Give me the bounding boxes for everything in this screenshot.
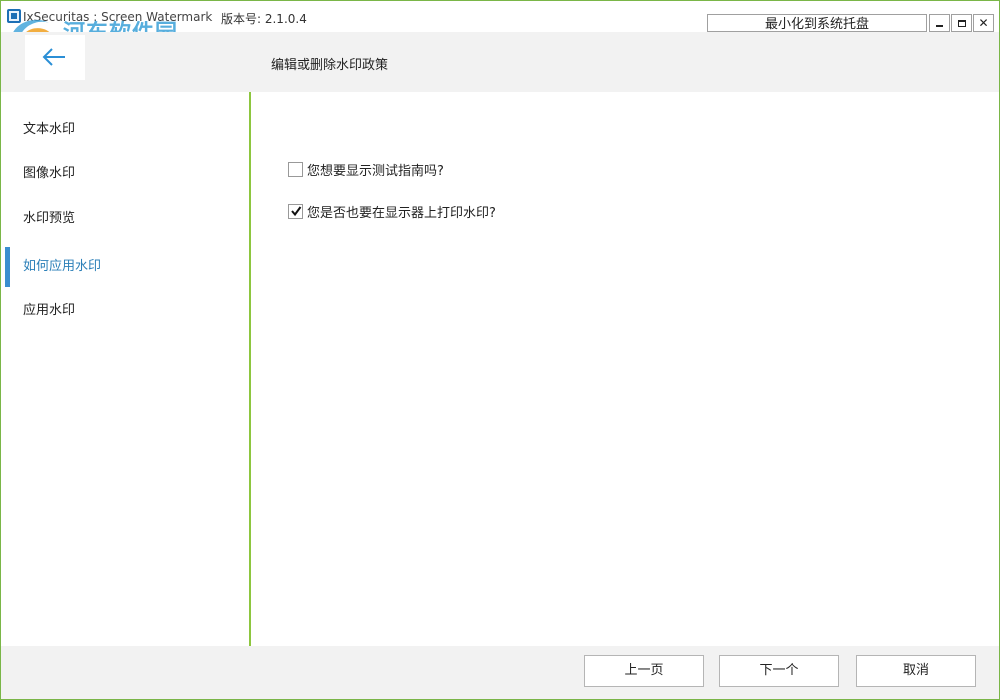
sidebar-item-label: 图像水印 xyxy=(23,166,76,181)
sidebar-nav: 文本水印 图像水印 水印预览 如何应用水印 应用水印 xyxy=(1,92,249,646)
back-arrow-icon[interactable] xyxy=(41,46,67,68)
app-window: IxSecuritas : Screen Watermark 版本号: 2.1.… xyxy=(0,0,1000,700)
window-title: IxSecuritas : Screen Watermark xyxy=(23,10,213,24)
minimize-button[interactable] xyxy=(929,14,950,32)
option-label: 您是否也要在显示器上打印水印? xyxy=(307,205,496,221)
minimize-icon xyxy=(936,25,943,27)
print-on-monitor-checkbox[interactable] xyxy=(288,203,303,219)
sidebar-item-image-watermark[interactable]: 图像水印 xyxy=(1,154,249,194)
previous-button[interactable]: 上一页 xyxy=(584,655,704,687)
version-label: 版本号: 2.1.0.4 xyxy=(221,12,307,26)
page-title: 编辑或删除水印政策 xyxy=(271,58,389,73)
sidebar-item-label: 应用水印 xyxy=(23,303,76,318)
close-button[interactable]: ✕ xyxy=(973,14,994,32)
title-bar: IxSecuritas : Screen Watermark 版本号: 2.1.… xyxy=(1,1,999,63)
app-icon xyxy=(7,9,21,23)
sidebar-item-label: 水印预览 xyxy=(23,211,76,226)
page-header: 编辑或删除水印政策 xyxy=(1,32,999,92)
maximize-icon xyxy=(957,19,966,27)
option-print-on-monitor[interactable]: 您是否也要在显示器上打印水印? xyxy=(288,202,496,221)
checkmark-icon xyxy=(290,206,301,217)
active-indicator xyxy=(5,247,10,287)
footer-bar: 上一页 下一个 取消 xyxy=(1,646,999,699)
main-content: 您想要显示测试指南吗? 您是否也要在显示器上打印水印? xyxy=(251,92,999,646)
sidebar-item-watermark-preview[interactable]: 水印预览 xyxy=(1,199,249,239)
sidebar-item-how-to-apply[interactable]: 如何应用水印 xyxy=(1,247,249,287)
minimize-to-tray-button[interactable]: 最小化到系统托盘 xyxy=(707,14,927,32)
close-icon: ✕ xyxy=(978,16,989,30)
maximize-button[interactable] xyxy=(951,14,972,32)
option-label: 您想要显示测试指南吗? xyxy=(307,163,444,179)
sidebar-item-label: 如何应用水印 xyxy=(23,259,102,274)
option-show-test-guide[interactable]: 您想要显示测试指南吗? xyxy=(288,160,444,179)
show-test-guide-checkbox[interactable] xyxy=(288,161,303,177)
sidebar-item-text-watermark[interactable]: 文本水印 xyxy=(1,110,249,150)
sidebar-item-apply-watermark[interactable]: 应用水印 xyxy=(1,291,249,331)
next-button[interactable]: 下一个 xyxy=(719,655,839,687)
sidebar-item-label: 文本水印 xyxy=(23,122,76,137)
cancel-button[interactable]: 取消 xyxy=(856,655,976,687)
